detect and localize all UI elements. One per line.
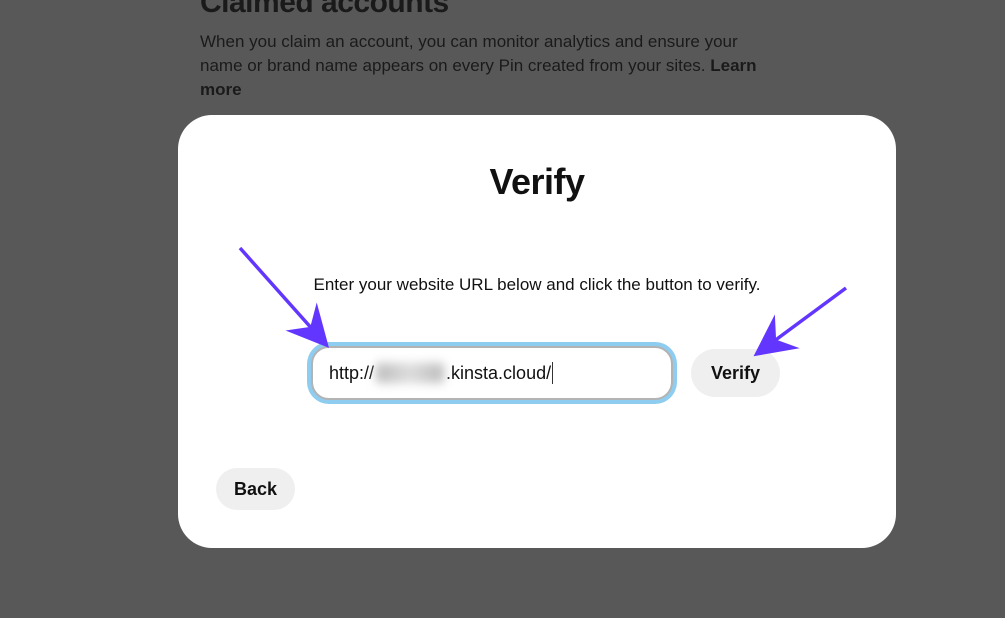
verify-modal: Verify Enter your website URL below and …: [178, 115, 896, 548]
text-caret: [552, 362, 553, 384]
verify-button[interactable]: Verify: [691, 349, 780, 397]
redacted-text: [376, 363, 444, 383]
url-input-row: http:// .kinsta.cloud/ Verify: [311, 346, 780, 400]
back-button[interactable]: Back: [216, 468, 295, 510]
modal-instruction: Enter your website URL below and click t…: [222, 275, 852, 295]
url-value-suffix: .kinsta.cloud/: [446, 363, 551, 384]
modal-title: Verify: [222, 161, 852, 203]
website-url-input[interactable]: http:// .kinsta.cloud/: [311, 346, 673, 400]
url-value-prefix: http://: [329, 363, 374, 384]
